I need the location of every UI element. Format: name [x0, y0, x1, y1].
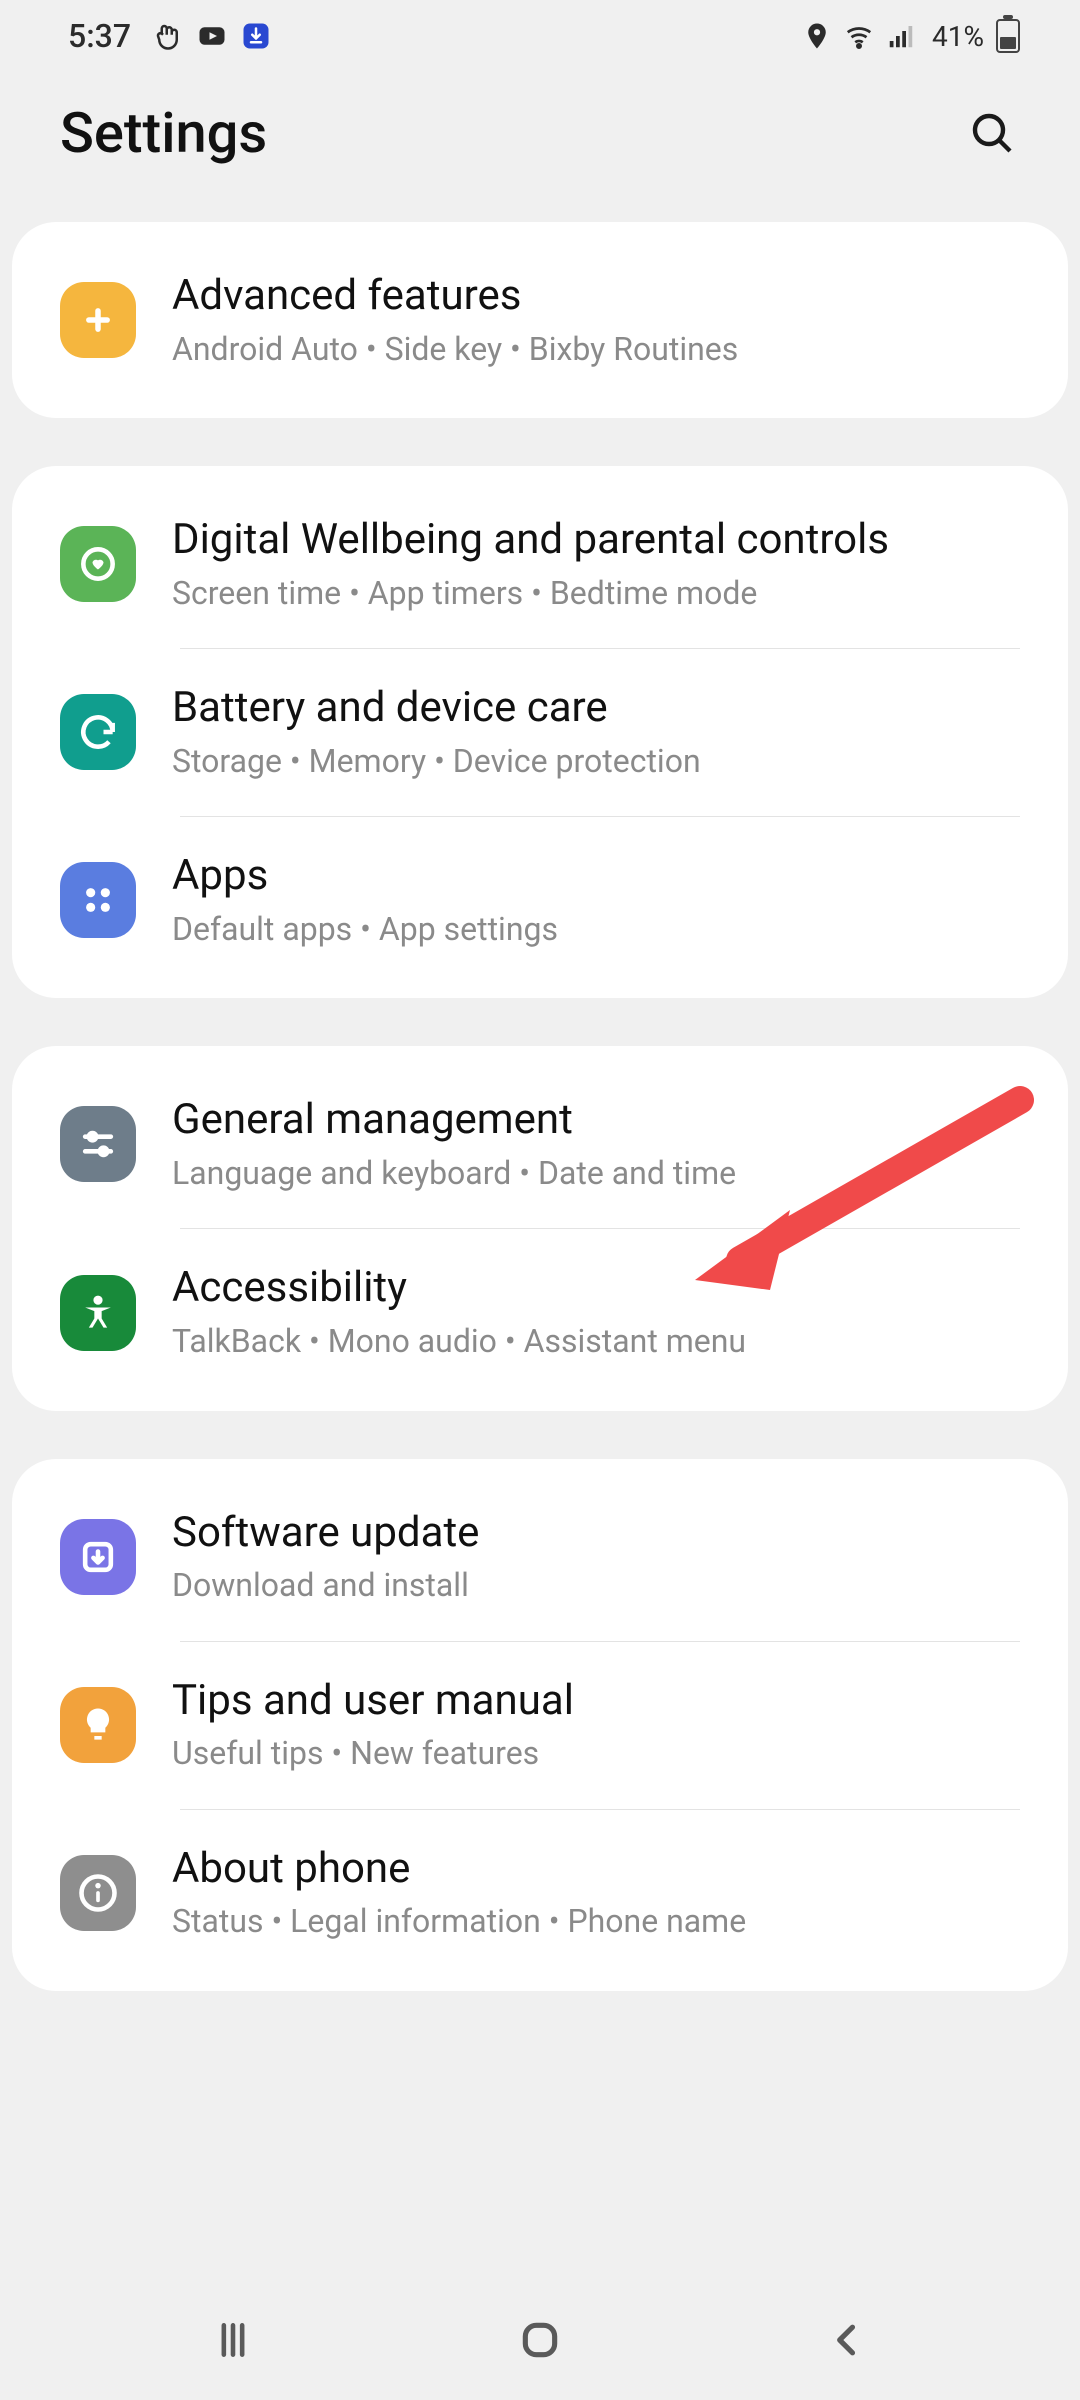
person-icon	[60, 1275, 136, 1351]
settings-group: Advanced features Android Auto • Side ke…	[12, 222, 1068, 418]
location-icon	[802, 21, 832, 51]
download-icon	[241, 21, 271, 51]
settings-group: General management Language and keyboard…	[12, 1046, 1068, 1410]
row-apps[interactable]: Apps Default apps • App settings	[12, 816, 1068, 984]
home-button[interactable]	[510, 2310, 570, 2370]
recents-button[interactable]	[203, 2310, 263, 2370]
battery-percentage: 41%	[932, 20, 984, 53]
row-software-update[interactable]: Software update Download and install	[12, 1473, 1068, 1641]
row-subtitle: Default apps • App settings	[172, 909, 1020, 951]
settings-list[interactable]: Advanced features Android Auto • Side ke…	[0, 222, 1080, 1991]
refresh-icon	[60, 694, 136, 770]
row-title: Accessibility	[172, 1262, 1020, 1315]
row-subtitle: Screen time • App timers • Bedtime mode	[172, 573, 1020, 615]
row-title: About phone	[172, 1843, 1020, 1896]
hand-icon	[153, 21, 183, 51]
signal-icon	[886, 21, 916, 51]
search-icon	[968, 109, 1016, 157]
row-battery-device-care[interactable]: Battery and device care Storage • Memory…	[12, 648, 1068, 816]
lightbulb-icon	[60, 1687, 136, 1763]
row-subtitle: Android Auto • Side key • Bixby Routines	[172, 329, 1020, 371]
row-subtitle: TalkBack • Mono audio • Assistant menu	[172, 1321, 1020, 1363]
system-navbar	[0, 2280, 1080, 2400]
row-tips-manual[interactable]: Tips and user manual Useful tips • New f…	[12, 1641, 1068, 1809]
status-clock: 5:37	[68, 17, 131, 55]
plus-icon	[60, 282, 136, 358]
row-subtitle: Useful tips • New features	[172, 1733, 1020, 1775]
row-title: Battery and device care	[172, 682, 1020, 735]
row-accessibility[interactable]: Accessibility TalkBack • Mono audio • As…	[12, 1228, 1068, 1396]
row-title: Digital Wellbeing and parental controls	[172, 514, 1020, 567]
row-title: Advanced features	[172, 270, 1020, 323]
row-subtitle: Status • Legal information • Phone name	[172, 1901, 1020, 1943]
row-title: Tips and user manual	[172, 1675, 1020, 1728]
row-subtitle: Storage • Memory • Device protection	[172, 741, 1020, 783]
page-title: Settings	[60, 100, 267, 166]
row-subtitle: Language and keyboard • Date and time	[172, 1153, 1020, 1195]
status-bar: 5:37 41%	[0, 0, 1080, 72]
youtube-icon	[197, 21, 227, 51]
settings-group: Software update Download and install Tip…	[12, 1459, 1068, 1991]
row-digital-wellbeing[interactable]: Digital Wellbeing and parental controls …	[12, 480, 1068, 648]
sliders-icon	[60, 1106, 136, 1182]
back-button[interactable]	[817, 2310, 877, 2370]
row-title: Software update	[172, 1507, 1020, 1560]
wifi-icon	[844, 21, 874, 51]
row-advanced-features[interactable]: Advanced features Android Auto • Side ke…	[12, 236, 1068, 404]
heart-circle-icon	[60, 526, 136, 602]
row-subtitle: Download and install	[172, 1565, 1020, 1607]
grid-dots-icon	[60, 862, 136, 938]
row-title: General management	[172, 1094, 1020, 1147]
app-header: Settings	[0, 72, 1080, 222]
row-about-phone[interactable]: About phone Status • Legal information •…	[12, 1809, 1068, 1977]
search-button[interactable]	[964, 105, 1020, 161]
row-general-management[interactable]: General management Language and keyboard…	[12, 1060, 1068, 1228]
battery-icon	[996, 19, 1020, 53]
row-title: Apps	[172, 850, 1020, 903]
info-icon	[60, 1855, 136, 1931]
settings-group: Digital Wellbeing and parental controls …	[12, 466, 1068, 998]
update-icon	[60, 1519, 136, 1595]
